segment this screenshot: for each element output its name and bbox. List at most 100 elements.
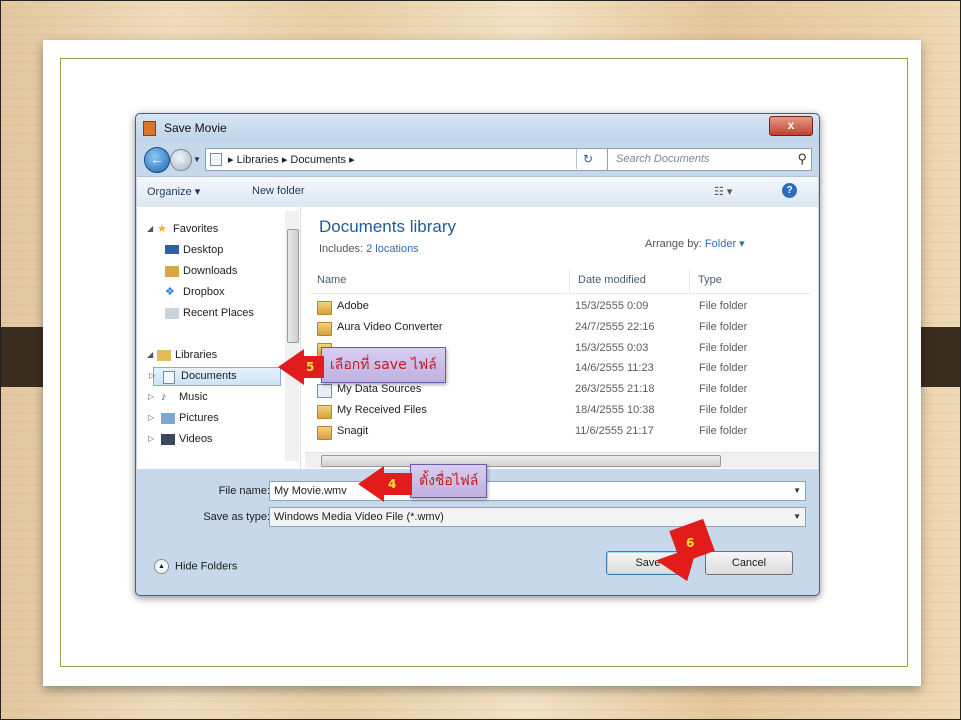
library-title: Documents library — [319, 217, 456, 236]
file-name: Aura Video Converter — [337, 320, 443, 333]
recent-pages-dropdown[interactable]: ▼ — [193, 155, 201, 164]
back-button[interactable]: ← — [144, 147, 170, 173]
search-input[interactable]: Search Documents ⚲ — [607, 148, 812, 171]
nav-music[interactable]: ▷ ♪ Music — [137, 389, 283, 408]
chevron-up-icon: ▲ — [154, 559, 169, 574]
file-date: 26/3/2555 21:18 — [575, 383, 655, 396]
organize-button[interactable]: Organize ▾ — [147, 185, 200, 198]
file-type: File folder — [699, 362, 748, 375]
save-type-select[interactable]: Windows Media Video File (*.wmv) ▼ — [269, 507, 806, 527]
nav-pictures-label: Pictures — [179, 412, 219, 424]
nav-dropbox[interactable]: ❖ Dropbox — [137, 284, 283, 303]
step4-arrow-body — [382, 473, 412, 495]
browser-body: ◢ ★ Favorites Desktop Downloads ❖ Dropbo… — [137, 207, 818, 469]
nav-scroll-thumb[interactable] — [287, 229, 299, 343]
new-folder-button[interactable]: New folder — [252, 185, 305, 197]
forward-button[interactable]: → — [170, 149, 192, 171]
file-type: File folder — [699, 424, 748, 437]
data-sources-icon — [317, 384, 332, 399]
cancel-button[interactable]: Cancel — [705, 551, 793, 575]
file-type: File folder — [699, 320, 748, 333]
nav-scrollbar[interactable] — [285, 211, 299, 461]
nav-recent-places[interactable]: Recent Places — [137, 305, 283, 324]
file-type: File folder — [699, 341, 748, 354]
column-type-label: Type — [698, 274, 722, 286]
nav-videos[interactable]: ▷ Videos — [137, 431, 283, 450]
folder-icon — [317, 405, 332, 419]
folder-icon — [210, 153, 222, 166]
arrange-dropdown[interactable]: Folder ▾ — [705, 238, 745, 250]
hide-folders-label: Hide Folders — [175, 560, 238, 573]
step4-arrow — [358, 466, 384, 502]
expand-icon[interactable]: ▷ — [148, 392, 154, 401]
file-name: My Received Files — [337, 404, 427, 416]
music-icon: ♪ — [161, 391, 167, 403]
file-row[interactable]: My Received Files 18/4/2555 10:38 File fol… — [311, 401, 811, 422]
file-name-value: My Movie.wmv — [274, 485, 347, 497]
step4-callout: ตั้งชื่อไฟล์ — [410, 464, 488, 498]
close-button[interactable]: x — [769, 116, 813, 136]
save-type-value: Windows Media Video File (*.wmv) — [274, 511, 444, 523]
file-row[interactable]: Aura Video Converter 24/7/2555 22:16 File … — [311, 318, 811, 339]
arrange-by: Arrange by: Folder ▾ — [645, 237, 745, 250]
help-icon[interactable]: ? — [782, 183, 797, 198]
folder-icon — [317, 321, 332, 336]
desktop-icon — [165, 245, 179, 254]
column-date[interactable]: Date modified — [569, 269, 688, 294]
nav-pictures[interactable]: ▷ Pictures — [137, 410, 283, 429]
collapse-icon[interactable]: ◢ — [147, 224, 153, 233]
expand-icon[interactable]: ▷ — [148, 434, 154, 443]
collapse-icon[interactable]: ◢ — [147, 350, 153, 359]
file-list-pane: Documents library Includes: 2 locations … — [305, 207, 818, 469]
column-date-label: Date modified — [578, 274, 646, 286]
expand-icon[interactable]: ▷ — [149, 371, 155, 380]
downloads-icon — [165, 266, 179, 277]
folder-icon — [317, 425, 332, 440]
nav-libraries-label: Libraries — [175, 349, 218, 361]
file-name: My Data Sources — [337, 383, 422, 396]
nav-favorites[interactable]: ◢ ★ Favorites — [137, 221, 283, 240]
nav-desktop[interactable]: Desktop — [137, 242, 283, 261]
address-bar[interactable]: ▸ Libraries ▸ Documents ▸ ▼ — [205, 148, 635, 171]
includes-label: Includes: — [319, 243, 367, 255]
file-date: 15/3/2555 0:03 — [575, 341, 649, 354]
nav-recent-label: Recent Places — [183, 307, 254, 319]
nav-libraries[interactable]: ◢ Libraries — [137, 347, 283, 366]
nav-music-label: Music — [179, 391, 208, 403]
address-row: ← → ▼ ▸ Libraries ▸ Documents ▸ ▼ ↻ Sear… — [136, 144, 819, 174]
step6-number: 6 — [686, 536, 695, 550]
file-date: 24/7/2555 22:16 — [575, 320, 655, 333]
search-placeholder: Search Documents — [616, 153, 710, 165]
videos-icon — [161, 434, 175, 445]
dropbox-icon: ❖ — [165, 286, 175, 298]
folder-icon — [317, 301, 332, 315]
hide-folders-button[interactable]: ▲ Hide Folders — [154, 559, 237, 574]
nav-documents[interactable]: ▷ Documents — [149, 367, 281, 386]
nav-desktop-label: Desktop — [183, 244, 224, 256]
file-name: Adobe — [337, 300, 369, 312]
file-name-label: File name: — [218, 485, 270, 497]
file-date: 14/6/2555 11:23 — [575, 362, 654, 375]
address-path: ▸ Libraries ▸ Documents ▸ — [228, 154, 355, 166]
documents-icon — [163, 371, 175, 384]
library-includes: Includes: 2 locations — [319, 243, 419, 255]
column-name[interactable]: Name — [311, 269, 567, 294]
locations-link[interactable]: 2 locations — [366, 243, 419, 255]
save-type-dropdown-icon[interactable]: ▼ — [793, 512, 801, 521]
toolbar: Organize ▾ New folder ☷ ▾ ? — [137, 176, 818, 208]
expand-icon[interactable]: ▷ — [148, 413, 154, 422]
file-name-input[interactable]: My Movie.wmv ▼ — [269, 481, 806, 501]
column-type[interactable]: Type — [689, 269, 810, 294]
file-row[interactable]: My Data Sources 26/3/2555 21:18 File folde… — [311, 380, 811, 401]
nav-downloads[interactable]: Downloads — [137, 263, 283, 282]
search-icon[interactable]: ⚲ — [797, 151, 807, 167]
nav-videos-label: Videos — [179, 433, 213, 445]
step5-number: 5 — [306, 360, 315, 374]
file-row[interactable]: Snagit 11/6/2555 21:17 File folder — [311, 422, 811, 443]
arrange-label: Arrange by: — [645, 238, 705, 250]
pictures-icon — [161, 413, 175, 424]
file-row[interactable]: Adobe 15/3/2555 0:09 File folder — [311, 297, 811, 318]
refresh-button[interactable]: ↻ — [576, 149, 599, 169]
file-name-dropdown-icon[interactable]: ▼ — [793, 486, 801, 495]
views-button[interactable]: ☷ ▾ — [714, 185, 732, 198]
